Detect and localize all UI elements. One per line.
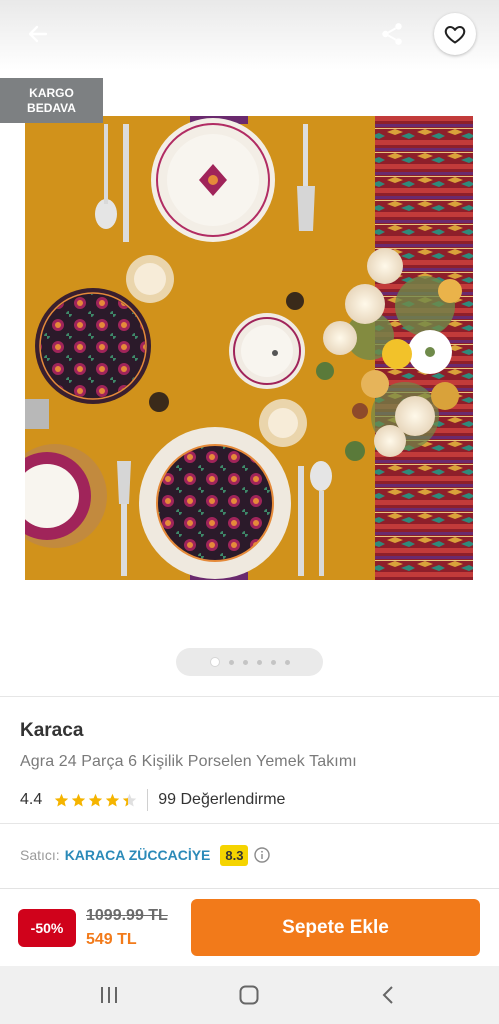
- product-image[interactable]: [25, 116, 473, 580]
- top-bar: [0, 0, 499, 70]
- badge-line-2: BEDAVA: [27, 101, 76, 115]
- share-icon: [382, 23, 402, 45]
- purchase-bar: -50% 1099.99 TL 549 TL Sepete Ekle: [0, 888, 499, 966]
- star-icon: [72, 793, 86, 806]
- back-button[interactable]: [18, 16, 58, 52]
- seller-name-link[interactable]: KARACA ZÜCCACİYE: [65, 847, 211, 863]
- pagination-dot[interactable]: [284, 659, 290, 665]
- product-page: KARGO BEDAVA Karaca Agra 24 Parça 6 Kişi…: [0, 0, 499, 1024]
- divider: [0, 696, 499, 697]
- dinner-set-photo: [25, 116, 473, 580]
- seller-row: Satıcı: KARACA ZÜCCACİYE 8.3: [20, 843, 271, 867]
- star-icon: [89, 793, 103, 806]
- seller-score-badge: 8.3: [220, 844, 249, 866]
- chevron-left-icon: [382, 986, 393, 1004]
- product-brand[interactable]: Karaca: [20, 720, 83, 742]
- home-button[interactable]: [234, 982, 264, 1008]
- divider: [0, 823, 499, 824]
- heart-icon: [444, 26, 466, 44]
- rating-stars: [54, 793, 137, 808]
- info-icon[interactable]: [254, 847, 271, 863]
- favorite-button[interactable]: [434, 13, 476, 55]
- star-icon: [106, 793, 120, 806]
- pagination-dot[interactable]: [242, 659, 248, 665]
- star-icon: [123, 793, 137, 806]
- old-price: 1099.99 TL: [86, 907, 168, 924]
- system-nav-bar: [0, 966, 499, 1024]
- badge-line-1: KARGO: [29, 86, 74, 100]
- seller-label: Satıcı:: [20, 847, 60, 863]
- recent-apps-button[interactable]: [94, 982, 124, 1008]
- new-price: 549 TL: [86, 931, 137, 948]
- rating-row[interactable]: 4.4 99 Değerlendirme: [20, 789, 285, 811]
- recent-apps-icon: [101, 987, 117, 1003]
- system-back-button[interactable]: [374, 982, 404, 1008]
- product-gallery[interactable]: KARGO BEDAVA: [0, 70, 499, 695]
- pagination-dot[interactable]: [256, 659, 262, 665]
- arrow-left-icon: [28, 25, 48, 43]
- add-to-cart-button[interactable]: Sepete Ekle: [191, 899, 480, 956]
- pagination-dot[interactable]: [228, 659, 234, 665]
- image-pagination[interactable]: [176, 648, 323, 676]
- share-button[interactable]: [372, 14, 412, 54]
- pagination-dot-active[interactable]: [209, 657, 220, 667]
- discount-badge: -50%: [18, 909, 76, 947]
- free-shipping-badge: KARGO BEDAVA: [0, 78, 103, 123]
- product-title: Agra 24 Parça 6 Kişilik Porselen Yemek T…: [20, 753, 357, 770]
- rating-separator: [147, 789, 149, 811]
- pagination-dot[interactable]: [270, 659, 276, 665]
- star-icon: [55, 793, 69, 806]
- home-icon: [239, 985, 259, 1005]
- review-count[interactable]: 99 Değerlendirme: [158, 791, 285, 809]
- rating-value: 4.4: [20, 791, 43, 808]
